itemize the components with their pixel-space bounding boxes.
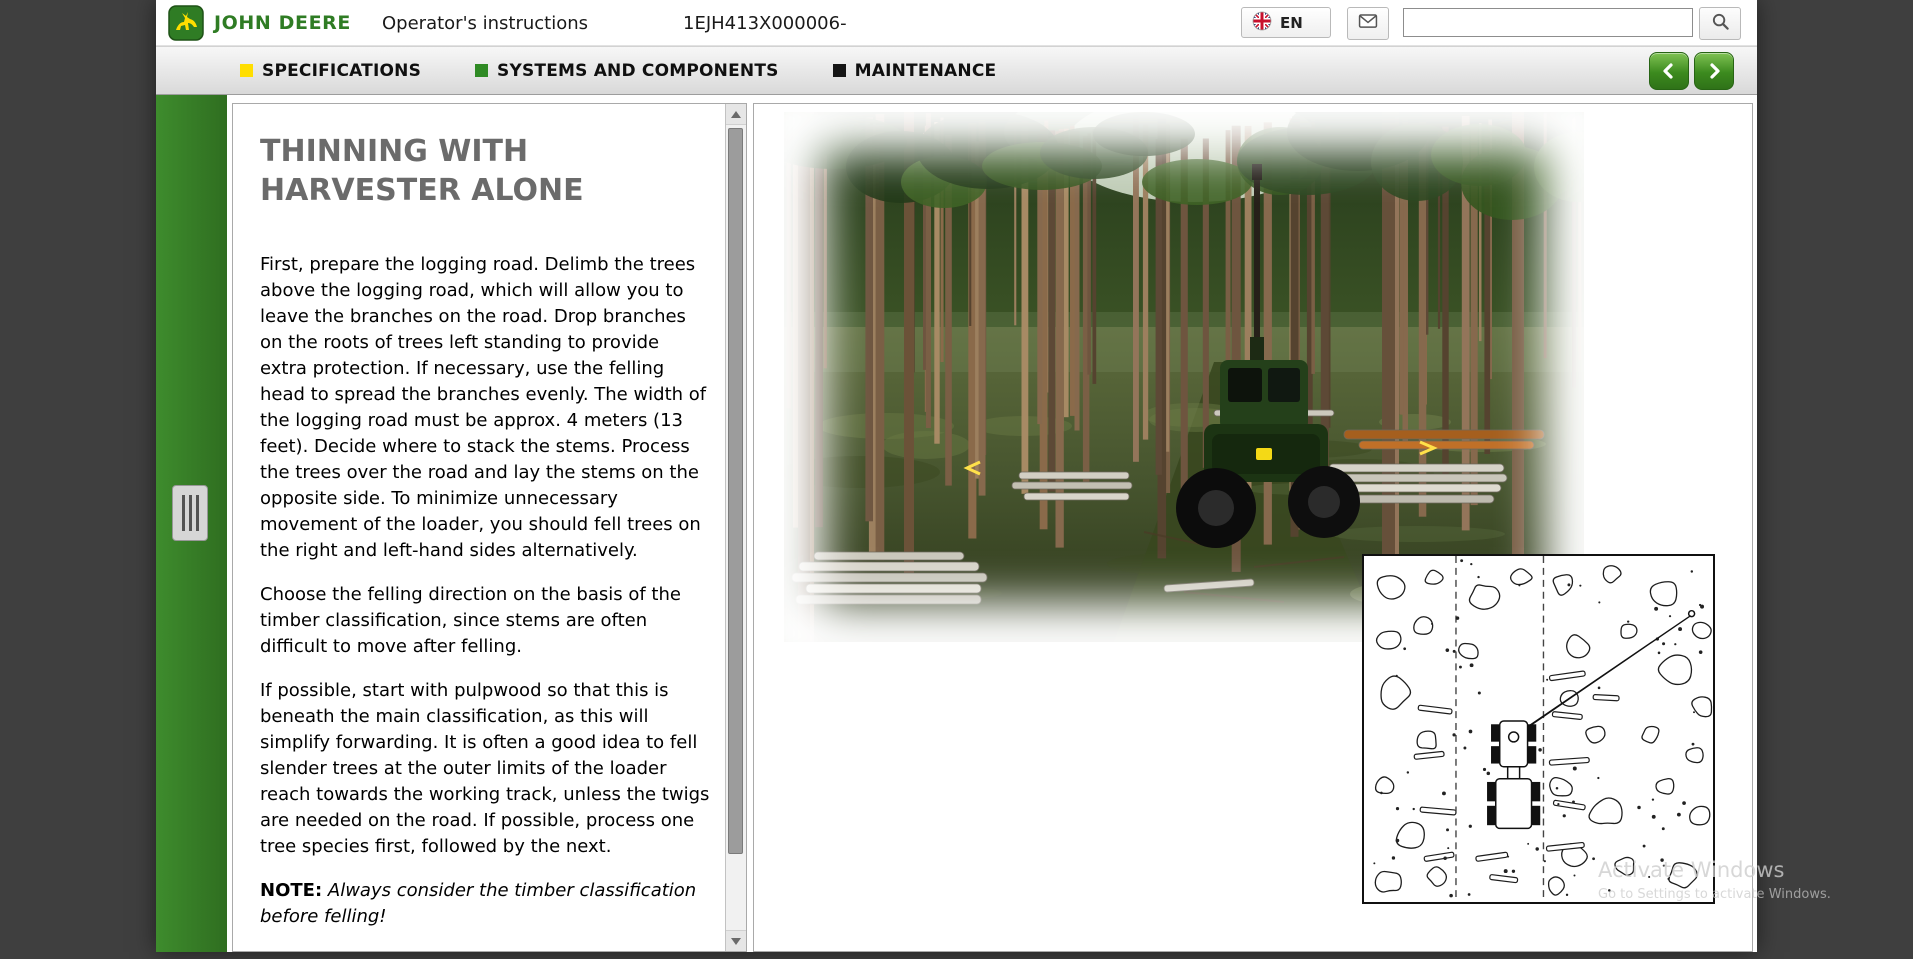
search-button[interactable] <box>1699 7 1741 40</box>
app-window: JOHN DEERE Operator's instructions 1EJH4… <box>156 0 1757 952</box>
language-selector[interactable]: EN <box>1241 7 1331 38</box>
language-label: EN <box>1280 14 1303 32</box>
uk-flag-icon <box>1252 11 1272 35</box>
john-deere-logo-icon <box>168 5 204 41</box>
triangle-up-icon <box>731 111 741 118</box>
tab-maintenance[interactable]: MAINTENANCE <box>833 61 997 81</box>
tab-label: SPECIFICATIONS <box>262 61 421 81</box>
note-label: NOTE: <box>260 880 322 901</box>
document-title: Operator's instructions <box>382 13 588 34</box>
tab-label: SYSTEMS AND COMPONENTS <box>497 61 779 81</box>
maintenance-color-swatch <box>833 64 846 77</box>
illustration-panel <box>753 103 1753 952</box>
mail-button[interactable] <box>1347 7 1389 40</box>
specifications-color-swatch <box>240 64 253 77</box>
article-title: THINNING WITH HARVESTER ALONE <box>260 132 645 210</box>
note-text: Always consider the timber classificatio… <box>260 880 696 927</box>
instruction-text-panel: THINNING WITH HARVESTER ALONE First, pre… <box>232 103 747 952</box>
note: NOTE: Always consider the timber classif… <box>260 878 711 930</box>
previous-page-button[interactable] <box>1649 52 1689 90</box>
tab-label: MAINTENANCE <box>855 61 997 81</box>
top-bar: JOHN DEERE Operator's instructions 1EJH4… <box>156 0 1757 46</box>
brand-wordmark: JOHN DEERE <box>214 12 351 34</box>
systems-color-swatch <box>475 64 488 77</box>
section-tabs: SPECIFICATIONS SYSTEMS AND COMPONENTS MA… <box>240 47 996 94</box>
paragraph: If possible, start with pulpwood so that… <box>260 678 711 860</box>
content-area: THINNING WITH HARVESTER ALONE First, pre… <box>156 95 1757 952</box>
serial-number: 1EJH413X000006- <box>683 13 847 34</box>
scrollbar-thumb[interactable] <box>728 128 743 854</box>
search-input[interactable] <box>1403 8 1693 37</box>
scroll-down-button[interactable] <box>726 930 746 951</box>
text-scrollbar[interactable] <box>725 104 746 951</box>
magnifier-icon <box>1711 12 1730 35</box>
chevron-right-icon <box>1702 59 1726 83</box>
envelope-icon <box>1358 14 1378 33</box>
paragraph: Choose the felling direction on the basi… <box>260 582 711 660</box>
tab-specifications[interactable]: SPECIFICATIONS <box>240 61 421 81</box>
chevron-left-icon <box>1657 59 1681 83</box>
scroll-up-button[interactable] <box>726 104 746 125</box>
panel-splitter-handle[interactable] <box>172 485 208 541</box>
section-toolbar: SPECIFICATIONS SYSTEMS AND COMPONENTS MA… <box>156 46 1757 95</box>
next-page-button[interactable] <box>1694 52 1734 90</box>
thinning-diagram <box>1362 554 1715 904</box>
tab-systems-and-components[interactable]: SYSTEMS AND COMPONENTS <box>475 61 779 81</box>
page-navigation <box>1649 52 1734 90</box>
triangle-down-icon <box>731 938 741 945</box>
paragraph: First, prepare the logging road. Delimb … <box>260 252 711 564</box>
article-body: THINNING WITH HARVESTER ALONE First, pre… <box>233 104 725 951</box>
